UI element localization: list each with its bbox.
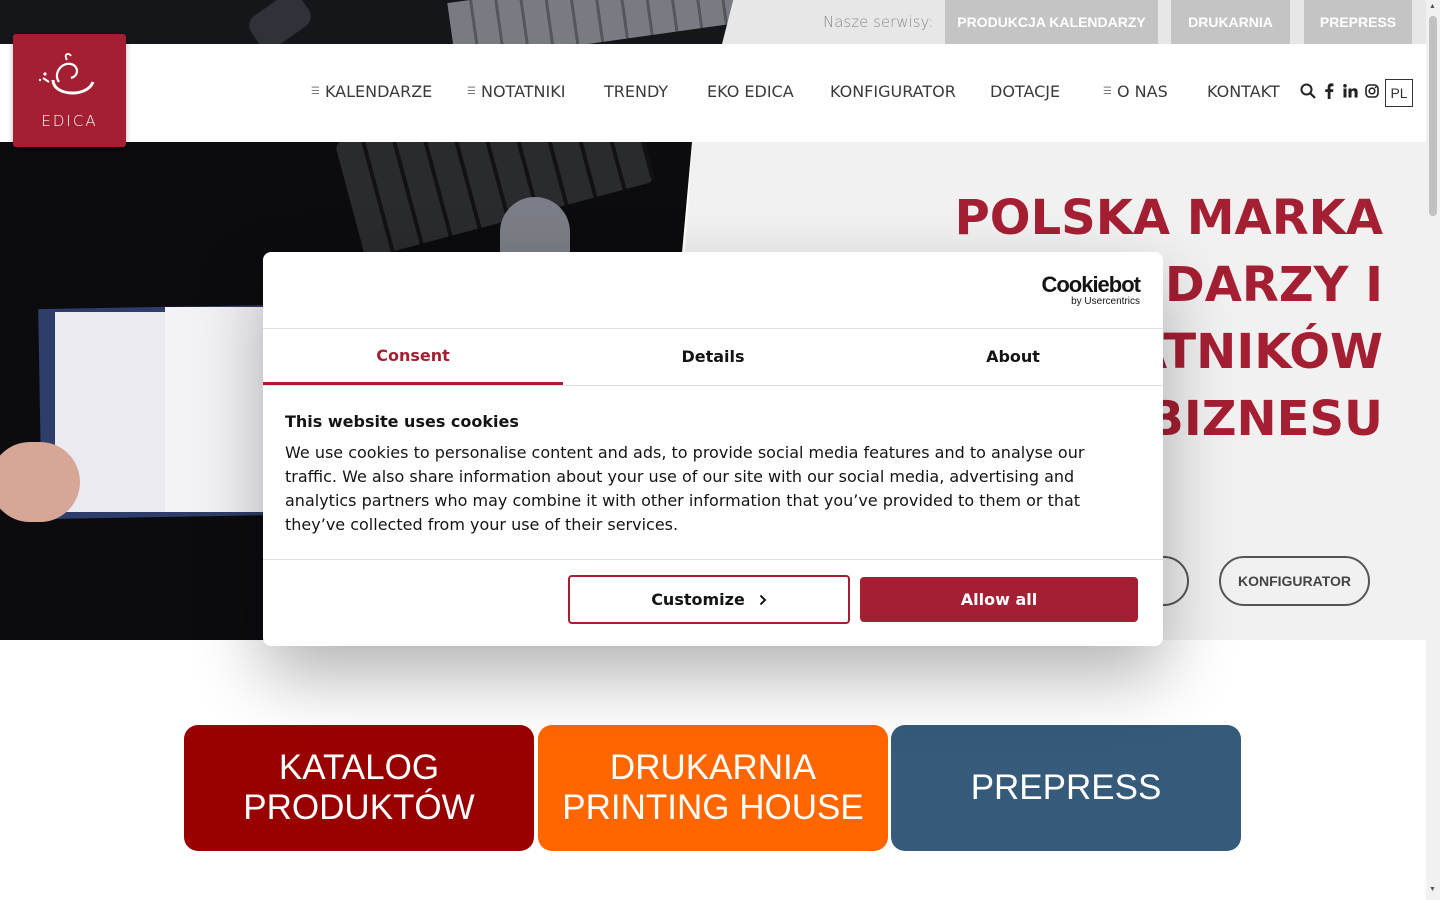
keyboard-photo-detail	[334, 142, 656, 259]
tile-label-line: PRODUKTÓW	[243, 788, 475, 827]
nav-item-kalendarze[interactable]: ☰ KALENDARZE	[311, 82, 432, 101]
tab-consent[interactable]: Consent	[263, 328, 563, 385]
hero-button-konfigurator[interactable]: KONFIGURATOR	[1219, 556, 1370, 606]
hand-photo-detail	[0, 442, 80, 522]
nav-item-eko-edica[interactable]: EKO EDICA	[707, 82, 794, 101]
tile-label-line: DRUKARNIA	[609, 748, 817, 787]
planner-page-photo-detail	[165, 307, 270, 512]
chevron-right-icon	[759, 594, 767, 605]
service-button-produkcja-kalendarzy[interactable]: PRODUKCJA KALENDARZY	[945, 0, 1158, 44]
menu-lines-icon: ☰	[467, 86, 476, 97]
nav-item-trendy[interactable]: TRENDY	[604, 82, 668, 101]
page: Nasze serwisy: PRODUKCJA KALENDARZY DRUK…	[0, 0, 1440, 900]
nav-item-konfigurator[interactable]: KONFIGURATOR	[830, 82, 956, 101]
site-logo[interactable]: EDICA	[13, 34, 126, 147]
tile-prepress[interactable]: PREPRESS	[891, 725, 1241, 851]
tile-label-line: PRINTING HOUSE	[562, 788, 864, 827]
cookiebot-logo: Cookiebot by Usercentrics	[1041, 272, 1141, 308]
logo-wordmark: EDICA	[41, 112, 98, 130]
language-switcher[interactable]: PL	[1385, 79, 1413, 107]
scroll-up-arrow-icon[interactable]: ▲	[1429, 3, 1436, 10]
cookiebot-logo-text: Cookiebot	[1041, 272, 1141, 297]
customize-button[interactable]: Customize	[568, 575, 850, 624]
search-icon[interactable]	[1300, 83, 1316, 99]
scrollbar-thumb[interactable]	[1429, 16, 1437, 216]
nav-item-kontakt[interactable]: KONTAKT	[1207, 82, 1280, 101]
instagram-icon[interactable]	[1365, 84, 1379, 98]
allow-all-button[interactable]: Allow all	[860, 577, 1138, 622]
dialog-divider	[263, 385, 1163, 386]
tile-label-line: PREPRESS	[970, 768, 1162, 807]
nav-item-dotacje[interactable]: DOTACJE	[990, 82, 1060, 101]
coffee-cup-swirl-icon	[38, 53, 95, 95]
cookie-consent-dialog: Cookiebot by Usercentrics Consent Detail…	[263, 252, 1163, 646]
page-scrollbar[interactable]: ▲ ▼	[1426, 0, 1440, 900]
tile-drukarnia[interactable]: DRUKARNIA PRINTING HOUSE	[538, 725, 888, 851]
car-key-photo-detail	[244, 0, 316, 44]
service-button-prepress[interactable]: PREPRESS	[1304, 0, 1412, 44]
tab-details[interactable]: Details	[563, 328, 863, 385]
menu-lines-icon: ☰	[1103, 86, 1112, 97]
facebook-icon[interactable]	[1324, 83, 1334, 99]
dialog-divider	[263, 559, 1163, 560]
nav-item-o-nas[interactable]: ☰ O NAS	[1103, 82, 1168, 101]
dialog-heading: This website uses cookies	[285, 412, 519, 431]
cookiebot-logo-subtext: by Usercentrics	[1071, 296, 1140, 307]
hero-title-line: POLSKA MARKA	[954, 190, 1383, 246]
scroll-down-arrow-icon[interactable]: ▼	[1429, 886, 1436, 893]
keyboard-photo-detail	[447, 0, 735, 44]
linkedin-icon[interactable]	[1343, 84, 1358, 98]
service-button-drukarnia[interactable]: DRUKARNIA	[1171, 0, 1290, 44]
nav-item-notatniki[interactable]: ☰ NOTATNIKI	[467, 82, 565, 101]
customize-button-label: Customize	[651, 590, 745, 609]
menu-lines-icon: ☰	[311, 86, 320, 97]
services-label: Nasze serwisy:	[823, 13, 934, 31]
dialog-body-text: We use cookies to personalise content an…	[285, 443, 1085, 534]
tile-katalog-produktow[interactable]: KATALOG PRODUKTÓW	[184, 725, 534, 851]
tile-label-line: KATALOG	[278, 748, 440, 787]
tab-about[interactable]: About	[863, 328, 1163, 385]
